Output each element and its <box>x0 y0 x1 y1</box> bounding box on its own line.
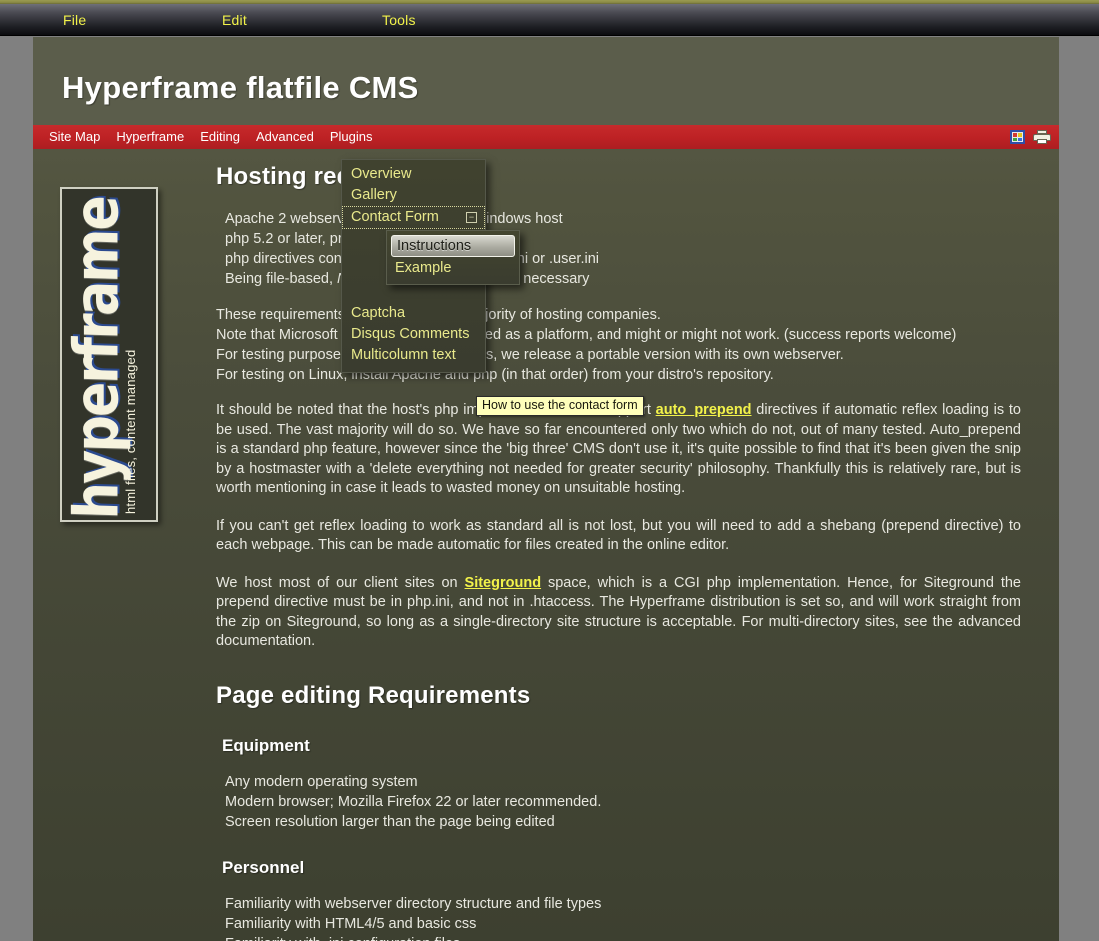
site-container: Hyperframe flatfile CMS Site Map Hyperfr… <box>33 37 1059 941</box>
list-item: Familiarity with HTML4/5 and basic css <box>225 915 477 932</box>
list-item: Familiarity with .ini configuration file… <box>225 934 1021 941</box>
main-navbar: Site Map Hyperframe Editing Advanced Plu… <box>33 125 1059 149</box>
list-item: For testing purposes on Windows desktops… <box>216 347 844 363</box>
navbar-links: Site Map Hyperframe Editing Advanced Plu… <box>41 125 380 149</box>
keyword-auto-prepend: auto_prepend <box>655 402 752 418</box>
window-panes-icon[interactable] <box>1010 130 1025 144</box>
tooltip: How to use the contact form <box>476 396 644 416</box>
heading-hosting-requirements: Hosting requirements <box>216 163 468 190</box>
menu-item-label: Contact Form <box>351 209 439 225</box>
list-item: Any modern operating system <box>225 773 418 790</box>
submenu-item-instructions[interactable]: Instructions <box>391 235 515 257</box>
os-menubar: File Edit Tools <box>0 4 1099 36</box>
paragraph-siteground: We host most of our client sites on Site… <box>216 574 1021 652</box>
list-item: These requirements will be met by the ma… <box>216 307 661 323</box>
site-banner: Hyperframe flatfile CMS <box>33 37 1059 125</box>
list-item: Screen resolution larger than the page b… <box>225 813 555 830</box>
logo-subtitle: html files, content managed <box>123 349 138 514</box>
list-item: Modern browser; Mozilla Firefox 22 or la… <box>225 793 602 810</box>
paragraph-shebang: If you can't get reflex loading to work … <box>216 517 1021 554</box>
hyperframe-logo: hyperframe html files, content managed <box>60 187 158 522</box>
nav-link-site-map[interactable]: Site Map <box>41 125 108 149</box>
page-title: Hyperframe flatfile CMS <box>62 70 419 105</box>
list-item: Note that Microsoft IIS has NOT been tes… <box>216 327 957 343</box>
menu-item-gallery[interactable]: Gallery <box>342 185 485 206</box>
nav-link-advanced[interactable]: Advanced <box>248 125 322 149</box>
menu-item-disqus-comments[interactable]: Disqus Comments <box>342 324 485 345</box>
collapse-icon[interactable]: − <box>466 212 477 223</box>
printer-icon[interactable] <box>1033 129 1051 145</box>
nav-link-editing[interactable]: Editing <box>192 125 248 149</box>
list-item: For testing on Linux, install Apache and… <box>216 367 774 383</box>
hosting-notes-list: These requirements will be met by the ma… <box>216 305 1021 385</box>
navbar-icons <box>1010 125 1051 149</box>
heading-page-editing-requirements: Page editing Requirements <box>216 681 531 709</box>
document-content: Hosting requirements Apache 2 webserver … <box>216 163 1021 941</box>
menu-item-captcha[interactable]: Captcha <box>342 303 485 324</box>
list-item: Familiarity with webserver directory str… <box>225 895 602 912</box>
menu-item-multicolumn-text[interactable]: Multicolumn text <box>342 345 485 366</box>
os-menu-file[interactable]: File <box>63 12 86 28</box>
nav-link-plugins[interactable]: Plugins <box>322 125 381 149</box>
keyword-siteground: Siteground <box>464 574 542 591</box>
submenu-item-example[interactable]: Example <box>387 257 519 279</box>
plugins-dropdown-menu: Overview Gallery Contact Form − Captcha … <box>341 159 520 373</box>
nav-link-hyperframe[interactable]: Hyperframe <box>108 125 192 149</box>
heading-personnel: Personnel <box>222 857 305 877</box>
page-canvas: Hyperframe flatfile CMS Site Map Hyperfr… <box>0 37 1099 941</box>
os-menu-tools[interactable]: Tools <box>382 12 416 28</box>
menu-item-overview[interactable]: Overview <box>342 164 485 185</box>
logo-wordmark: hyperframe <box>61 195 133 520</box>
heading-equipment: Equipment <box>222 735 310 755</box>
equipment-list: Any modern operating system Modern brows… <box>225 772 1021 832</box>
menu-item-contact-form[interactable]: Contact Form − <box>342 206 485 229</box>
logo-inner: hyperframe html files, content managed <box>61 190 155 520</box>
personnel-list: Familiarity with webserver directory str… <box>225 894 1021 941</box>
os-menu-edit[interactable]: Edit <box>222 12 247 28</box>
para-text-before-keyword: We host most of our client sites on <box>216 574 465 591</box>
contact-form-submenu: Instructions Example <box>386 230 520 285</box>
